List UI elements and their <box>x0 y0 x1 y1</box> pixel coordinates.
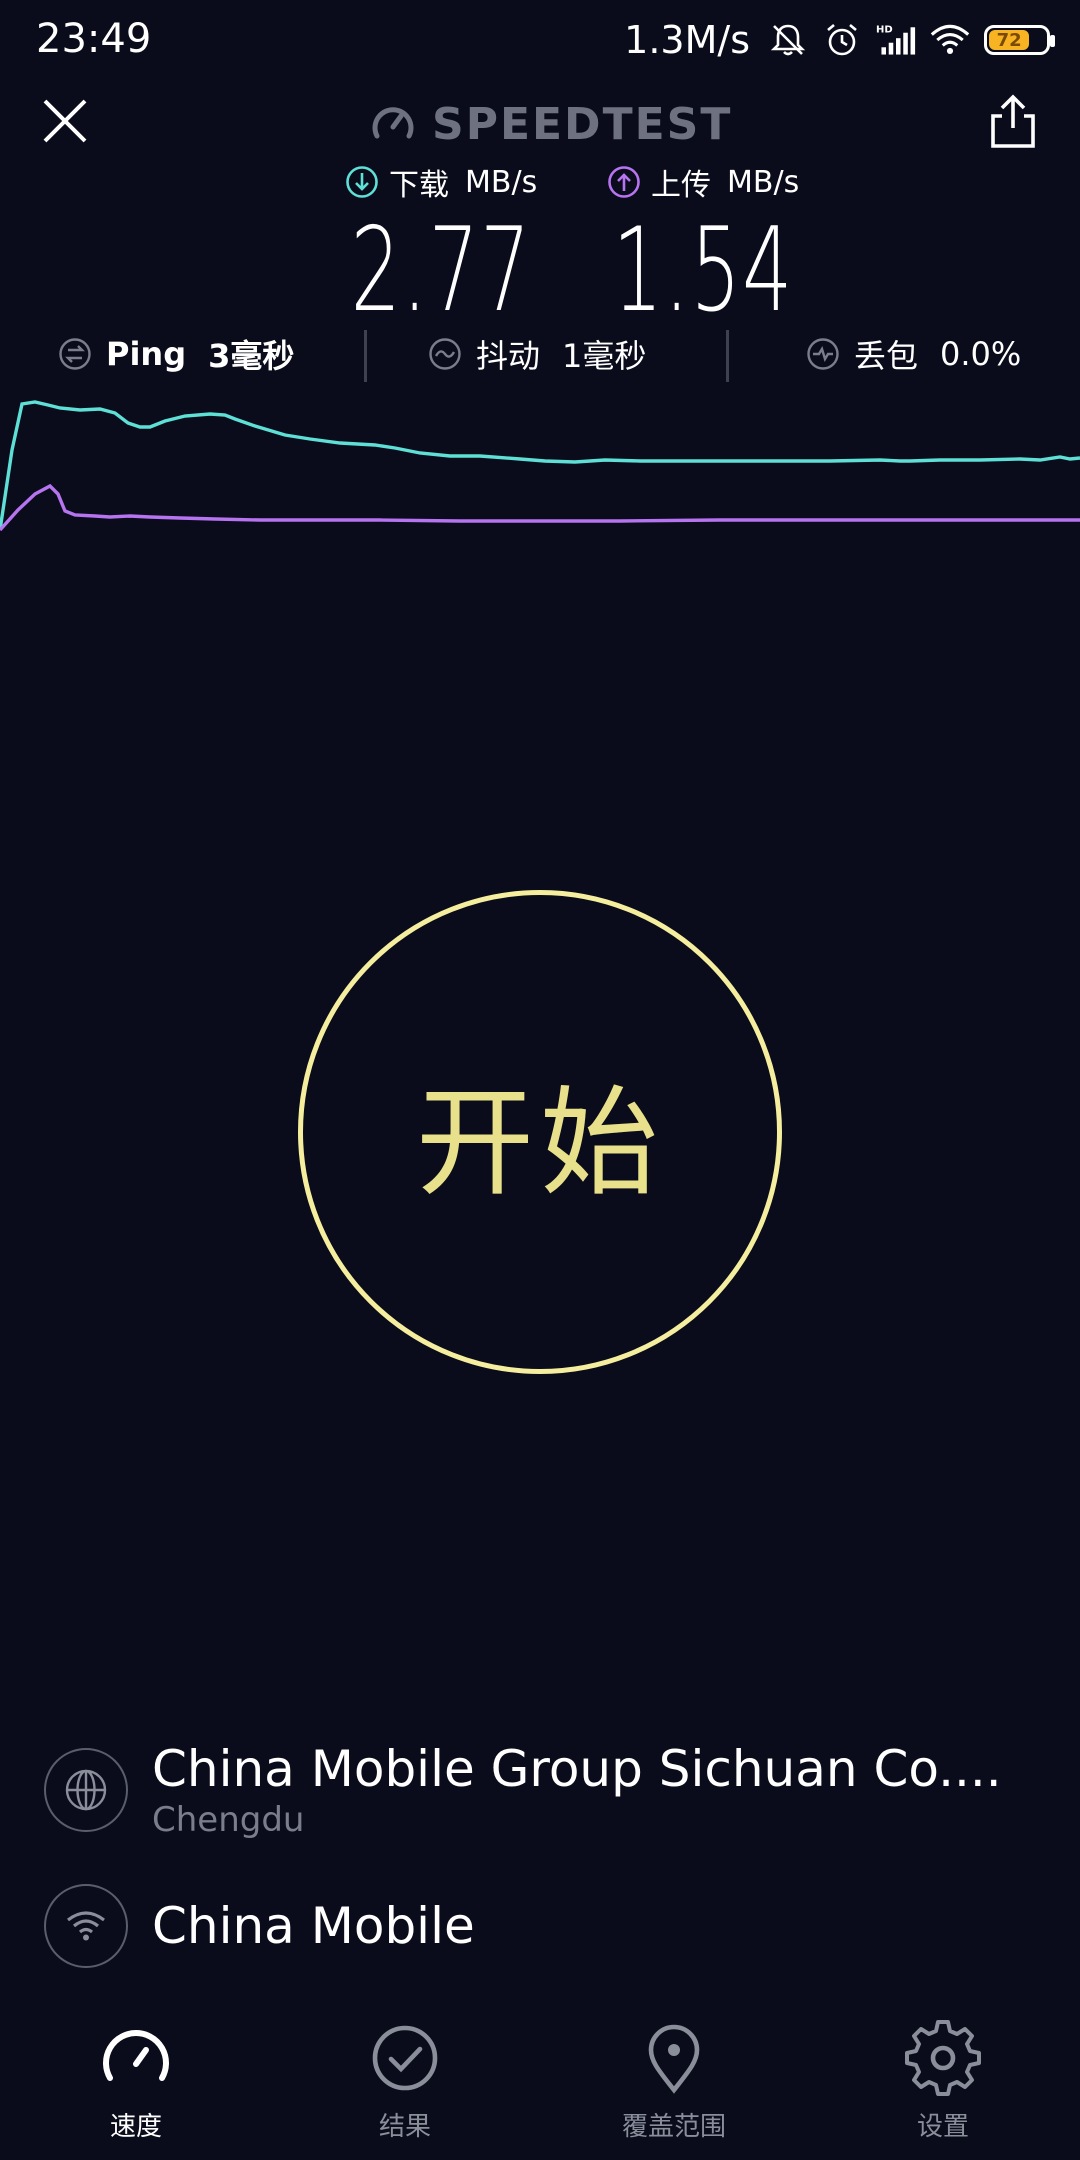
start-test-button[interactable]: 开始 <box>298 890 782 1374</box>
carrier-text: China Mobile <box>152 1897 475 1955</box>
speed-graph <box>0 400 1080 532</box>
upload-arrow-icon <box>608 166 640 198</box>
speedtest-logo: SPEEDTEST <box>370 96 732 152</box>
download-metric: 下载 MB/s 2.77 <box>308 160 574 336</box>
gear-icon <box>905 2020 981 2096</box>
svg-text:HD: HD <box>876 25 893 36</box>
server-text: China Mobile Group Sichuan Co.... Chengd… <box>152 1740 1002 1840</box>
app-title: SPEEDTEST <box>432 98 733 150</box>
latency-stats: Ping 3毫秒 抖动 1毫秒 丢包 0.0% <box>0 326 1080 382</box>
wifi-icon <box>930 24 970 54</box>
loss-value: 0.0% <box>940 335 1022 373</box>
alarm-clock-icon <box>827 24 857 56</box>
carrier-name: China Mobile <box>152 1897 475 1955</box>
download-arrow-icon <box>346 166 378 198</box>
upload-metric: 上传 MB/s 1.54 <box>570 160 836 336</box>
nav-coverage-label: 覆盖范围 <box>621 2112 726 2142</box>
nav-coverage[interactable]: 覆盖范围 <box>584 2020 764 2143</box>
jitter-value: 1毫秒 <box>562 337 647 375</box>
speedometer-icon <box>103 2030 169 2081</box>
close-icon[interactable] <box>40 96 90 146</box>
upload-speed-line <box>0 483 1080 532</box>
globe-icon <box>44 1748 128 1832</box>
silent-bell-icon <box>770 24 806 56</box>
upload-unit: MB/s <box>727 164 800 200</box>
loss-label: 丢包 <box>854 337 919 375</box>
nav-results[interactable]: 结果 <box>315 2020 495 2143</box>
bottom-navigation: 速度 结果 覆盖范围 设置 <box>0 2000 1080 2160</box>
nav-speed[interactable]: 速度 <box>46 2020 226 2143</box>
server-info[interactable]: China Mobile Group Sichuan Co.... Chengd… <box>44 1740 1044 1840</box>
map-pin-icon <box>648 2024 700 2094</box>
upload-label: 上传 <box>651 168 712 203</box>
ping-label: Ping <box>106 335 187 373</box>
status-time: 23:49 <box>36 16 152 62</box>
status-icons: 1.3M/s HD 72 <box>624 14 1055 66</box>
ping-icon <box>59 338 91 370</box>
download-value: 2.77 <box>350 203 532 338</box>
packet-loss-stat: 丢包 0.0% <box>806 326 1021 382</box>
check-circle-icon <box>372 2025 438 2091</box>
battery-level: 72 <box>989 30 1030 51</box>
packet-loss-icon <box>807 338 839 370</box>
server-name: China Mobile Group Sichuan Co.... <box>152 1740 1002 1798</box>
jitter-icon <box>429 338 461 370</box>
ping-value: 3毫秒 <box>208 337 295 375</box>
battery-tip <box>1050 35 1055 47</box>
nav-speed-label: 速度 <box>109 2112 162 2142</box>
nav-settings[interactable]: 设置 <box>853 2020 1033 2143</box>
status-bar: 23:49 1.3M/s HD 72 <box>0 0 1080 80</box>
stats-divider <box>364 330 367 382</box>
upload-header: 上传 MB/s <box>607 160 799 204</box>
ping-stat: Ping 3毫秒 <box>58 326 294 382</box>
download-header: 下载 MB/s <box>345 160 537 204</box>
nav-settings-label: 设置 <box>916 2112 969 2142</box>
speedtest-screen: 23:49 1.3M/s HD 72 SPEEDTEST 下载 MB/s 2.7… <box>0 0 1080 2160</box>
jitter-label: 抖动 <box>476 337 541 375</box>
nav-results-label: 结果 <box>378 2112 431 2142</box>
download-unit: MB/s <box>465 164 538 200</box>
stats-divider <box>726 330 729 382</box>
server-location: Chengdu <box>152 1800 305 1840</box>
start-button-label: 开始 <box>415 1073 664 1212</box>
carrier-info[interactable]: China Mobile <box>44 1884 1044 1968</box>
download-label: 下载 <box>389 168 450 203</box>
network-speed: 1.3M/s <box>624 18 750 62</box>
jitter-stat: 抖动 1毫秒 <box>428 326 646 382</box>
battery-icon: 72 <box>984 25 1055 55</box>
wifi-icon <box>44 1884 128 1968</box>
speedtest-gauge-icon <box>372 107 414 139</box>
share-icon[interactable] <box>988 94 1038 150</box>
hd-signal-icon: HD <box>876 25 916 55</box>
upload-value: 1.54 <box>612 203 794 338</box>
download-speed-line <box>0 400 1080 531</box>
